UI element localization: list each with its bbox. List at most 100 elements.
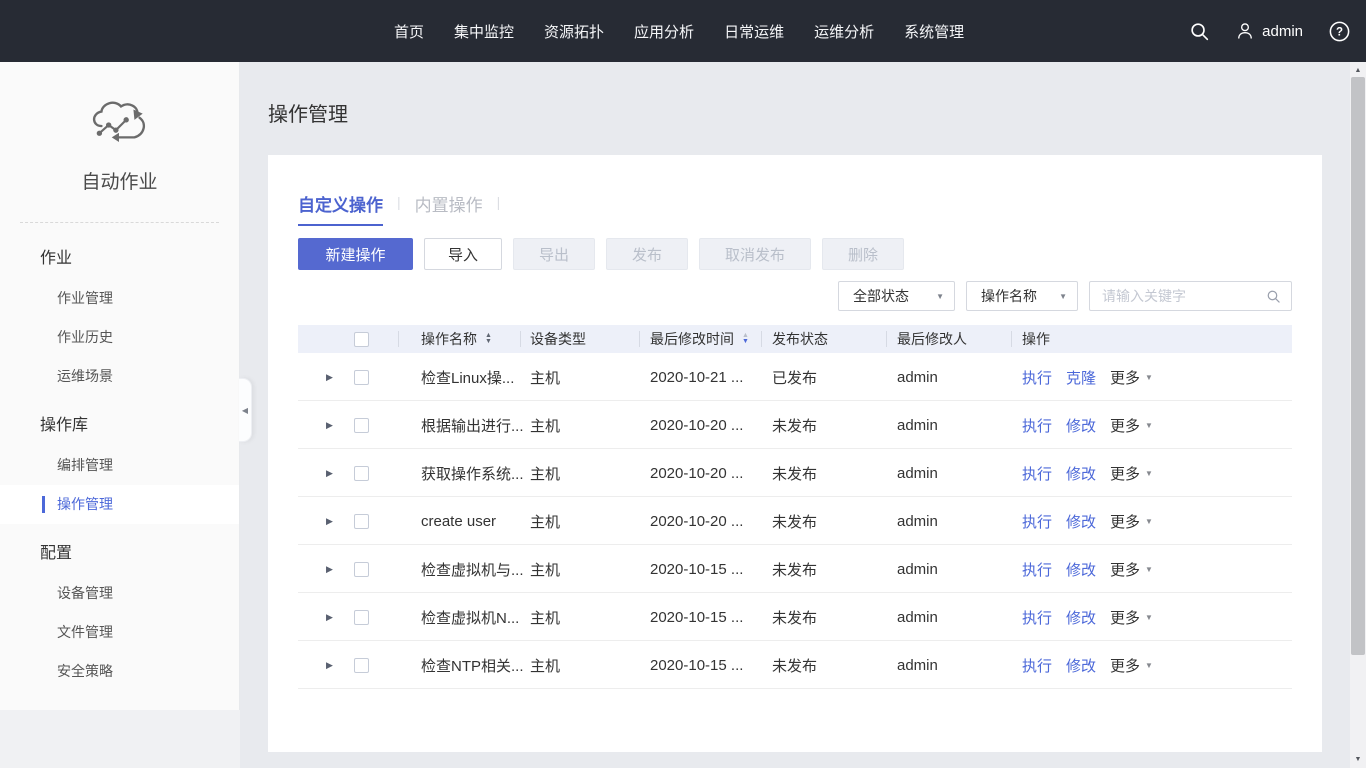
export-button[interactable]: 导出 [513,238,595,270]
more-menu[interactable]: 更多 ▼ [1110,655,1153,676]
select-all-checkbox[interactable] [354,331,369,347]
execute-link[interactable]: 执行 [1022,559,1052,580]
sort-desc-icon[interactable]: ▼ [485,338,492,345]
vertical-scrollbar[interactable]: ▲ ▼ [1350,62,1366,768]
more-menu[interactable]: 更多 ▼ [1110,559,1153,580]
unpublish-button[interactable]: 取消发布 [699,238,811,270]
row-checkbox[interactable] [354,609,369,625]
execute-link[interactable]: 执行 [1022,511,1052,532]
search-field-value: 操作名称 [981,288,1037,304]
operation-name[interactable]: 检查NTP相关... [421,641,524,689]
new-operation-button[interactable]: 新建操作 [298,238,413,270]
modify-or-clone-link[interactable]: 修改 [1066,463,1096,484]
sidebar-item-ops-scenarios[interactable]: 运维场景 [0,357,239,396]
execute-link[interactable]: 执行 [1022,415,1052,436]
execute-link[interactable]: 执行 [1022,607,1052,628]
modify-or-clone-link[interactable]: 克隆 [1066,367,1096,388]
expand-row-icon[interactable]: ▶ [326,660,333,671]
status-filter-select[interactable]: 全部状态 ▼ [838,281,955,311]
sidebar-item-job-history[interactable]: 作业历史 [0,318,239,357]
sidebar-item-device-management[interactable]: 设备管理 [0,574,239,613]
toolbar: 新建操作 导入 导出 发布 取消发布 删除 [298,238,904,270]
nav-item-daily-ops[interactable]: 日常运维 [724,21,784,42]
sidebar-item-job-management[interactable]: 作业管理 [0,279,239,318]
modify-or-clone-link[interactable]: 修改 [1066,655,1096,676]
modify-or-clone-link[interactable]: 修改 [1066,607,1096,628]
nav-item-home[interactable]: 首页 [394,21,424,42]
delete-button[interactable]: 删除 [822,238,904,270]
more-menu[interactable]: 更多 ▼ [1110,463,1153,484]
sidebar-item-file-management[interactable]: 文件管理 [0,613,239,652]
modify-or-clone-link[interactable]: 修改 [1066,511,1096,532]
expand-row-icon[interactable]: ▶ [326,468,333,479]
operation-name[interactable]: 根据输出进行... [421,401,524,449]
user-menu[interactable]: admin [1235,21,1303,41]
operation-name[interactable]: 检查虚拟机N... [421,593,519,641]
more-menu[interactable]: 更多 ▼ [1110,511,1153,532]
execute-link[interactable]: 执行 [1022,367,1052,388]
sidebar-item-security-policy[interactable]: 安全策略 [0,652,239,691]
row-checkbox[interactable] [354,513,369,529]
column-header-modified[interactable]: 最后修改时间 ▲ ▼ [650,325,749,353]
nav-item-app-analysis[interactable]: 应用分析 [634,21,694,42]
user-icon [1238,23,1253,39]
execute-link[interactable]: 执行 [1022,463,1052,484]
publish-status: 未发布 [772,561,818,579]
row-checkbox[interactable] [354,369,369,385]
nav-item-monitoring[interactable]: 集中监控 [454,21,514,42]
expand-row-icon[interactable]: ▶ [326,420,333,431]
scroll-up-icon[interactable]: ▲ [1350,63,1366,77]
help-icon[interactable]: ? [1328,20,1351,43]
more-menu[interactable]: 更多 ▼ [1110,607,1153,628]
user-name: admin [1262,22,1303,40]
tab-builtin-operations[interactable]: 内置操作 [415,191,483,216]
row-checkbox[interactable] [354,465,369,481]
row-checkbox[interactable] [354,657,369,673]
modified-time: 2020-10-20 ... [650,416,744,434]
nav-item-system-mgmt[interactable]: 系统管理 [904,21,964,42]
modified-time: 2020-10-21 ... [650,368,744,386]
search-icon[interactable] [1266,289,1281,304]
more-menu[interactable]: 更多 ▼ [1110,415,1153,436]
sidebar-item-operation-management[interactable]: 操作管理 [0,485,239,524]
expand-row-icon[interactable]: ▶ [326,516,333,527]
main-menu: 首页 集中监控 资源拓扑 应用分析 日常运维 运维分析 系统管理 [394,21,964,42]
column-header-name[interactable]: 操作名称 ▲ ▼ [421,325,492,353]
more-menu[interactable]: 更多 ▼ [1110,367,1153,388]
execute-link[interactable]: 执行 [1022,655,1052,676]
nav-item-ops-analysis[interactable]: 运维分析 [814,21,874,42]
operation-name[interactable]: 获取操作系统... [421,449,524,497]
import-button[interactable]: 导入 [424,238,502,270]
operation-name[interactable]: 检查Linux操... [421,353,514,401]
sidebar-collapse-handle[interactable]: ◀ [239,378,252,442]
page-title: 操作管理 [268,104,348,126]
expand-row-icon[interactable]: ▶ [326,564,333,575]
caret-down-icon: ▼ [1145,420,1153,430]
keyword-search-box [1089,281,1292,311]
row-checkbox[interactable] [354,417,369,433]
modify-or-clone-link[interactable]: 修改 [1066,559,1096,580]
modify-or-clone-link[interactable]: 修改 [1066,415,1096,436]
sidebar-item-orchestration-management[interactable]: 编排管理 [0,446,239,485]
row-checkbox[interactable] [354,561,369,577]
expand-row-icon[interactable]: ▶ [326,612,333,623]
publish-status: 已发布 [772,369,818,387]
expand-row-icon[interactable]: ▶ [326,372,333,383]
column-header-modifier: 最后修改人 [897,331,967,347]
modifier-name: admin [897,368,938,386]
operation-name[interactable]: create user [421,497,496,545]
nav-item-topology[interactable]: 资源拓扑 [544,21,604,42]
caret-down-icon: ▼ [1145,516,1153,526]
scroll-down-icon[interactable]: ▼ [1350,752,1366,766]
operation-name[interactable]: 检查虚拟机与... [421,545,524,593]
sort-desc-icon-active[interactable]: ▼ [742,338,749,345]
keyword-input[interactable] [1102,288,1266,304]
tab-separator: | [496,194,501,210]
publish-status: 未发布 [772,513,818,531]
publish-button[interactable]: 发布 [606,238,688,270]
tab-custom-operations[interactable]: 自定义操作 [298,191,383,226]
search-field-select[interactable]: 操作名称 ▼ [966,281,1078,311]
scrollbar-thumb[interactable] [1351,77,1365,655]
search-icon[interactable] [1189,21,1210,42]
status-filter-value: 全部状态 [853,288,909,304]
